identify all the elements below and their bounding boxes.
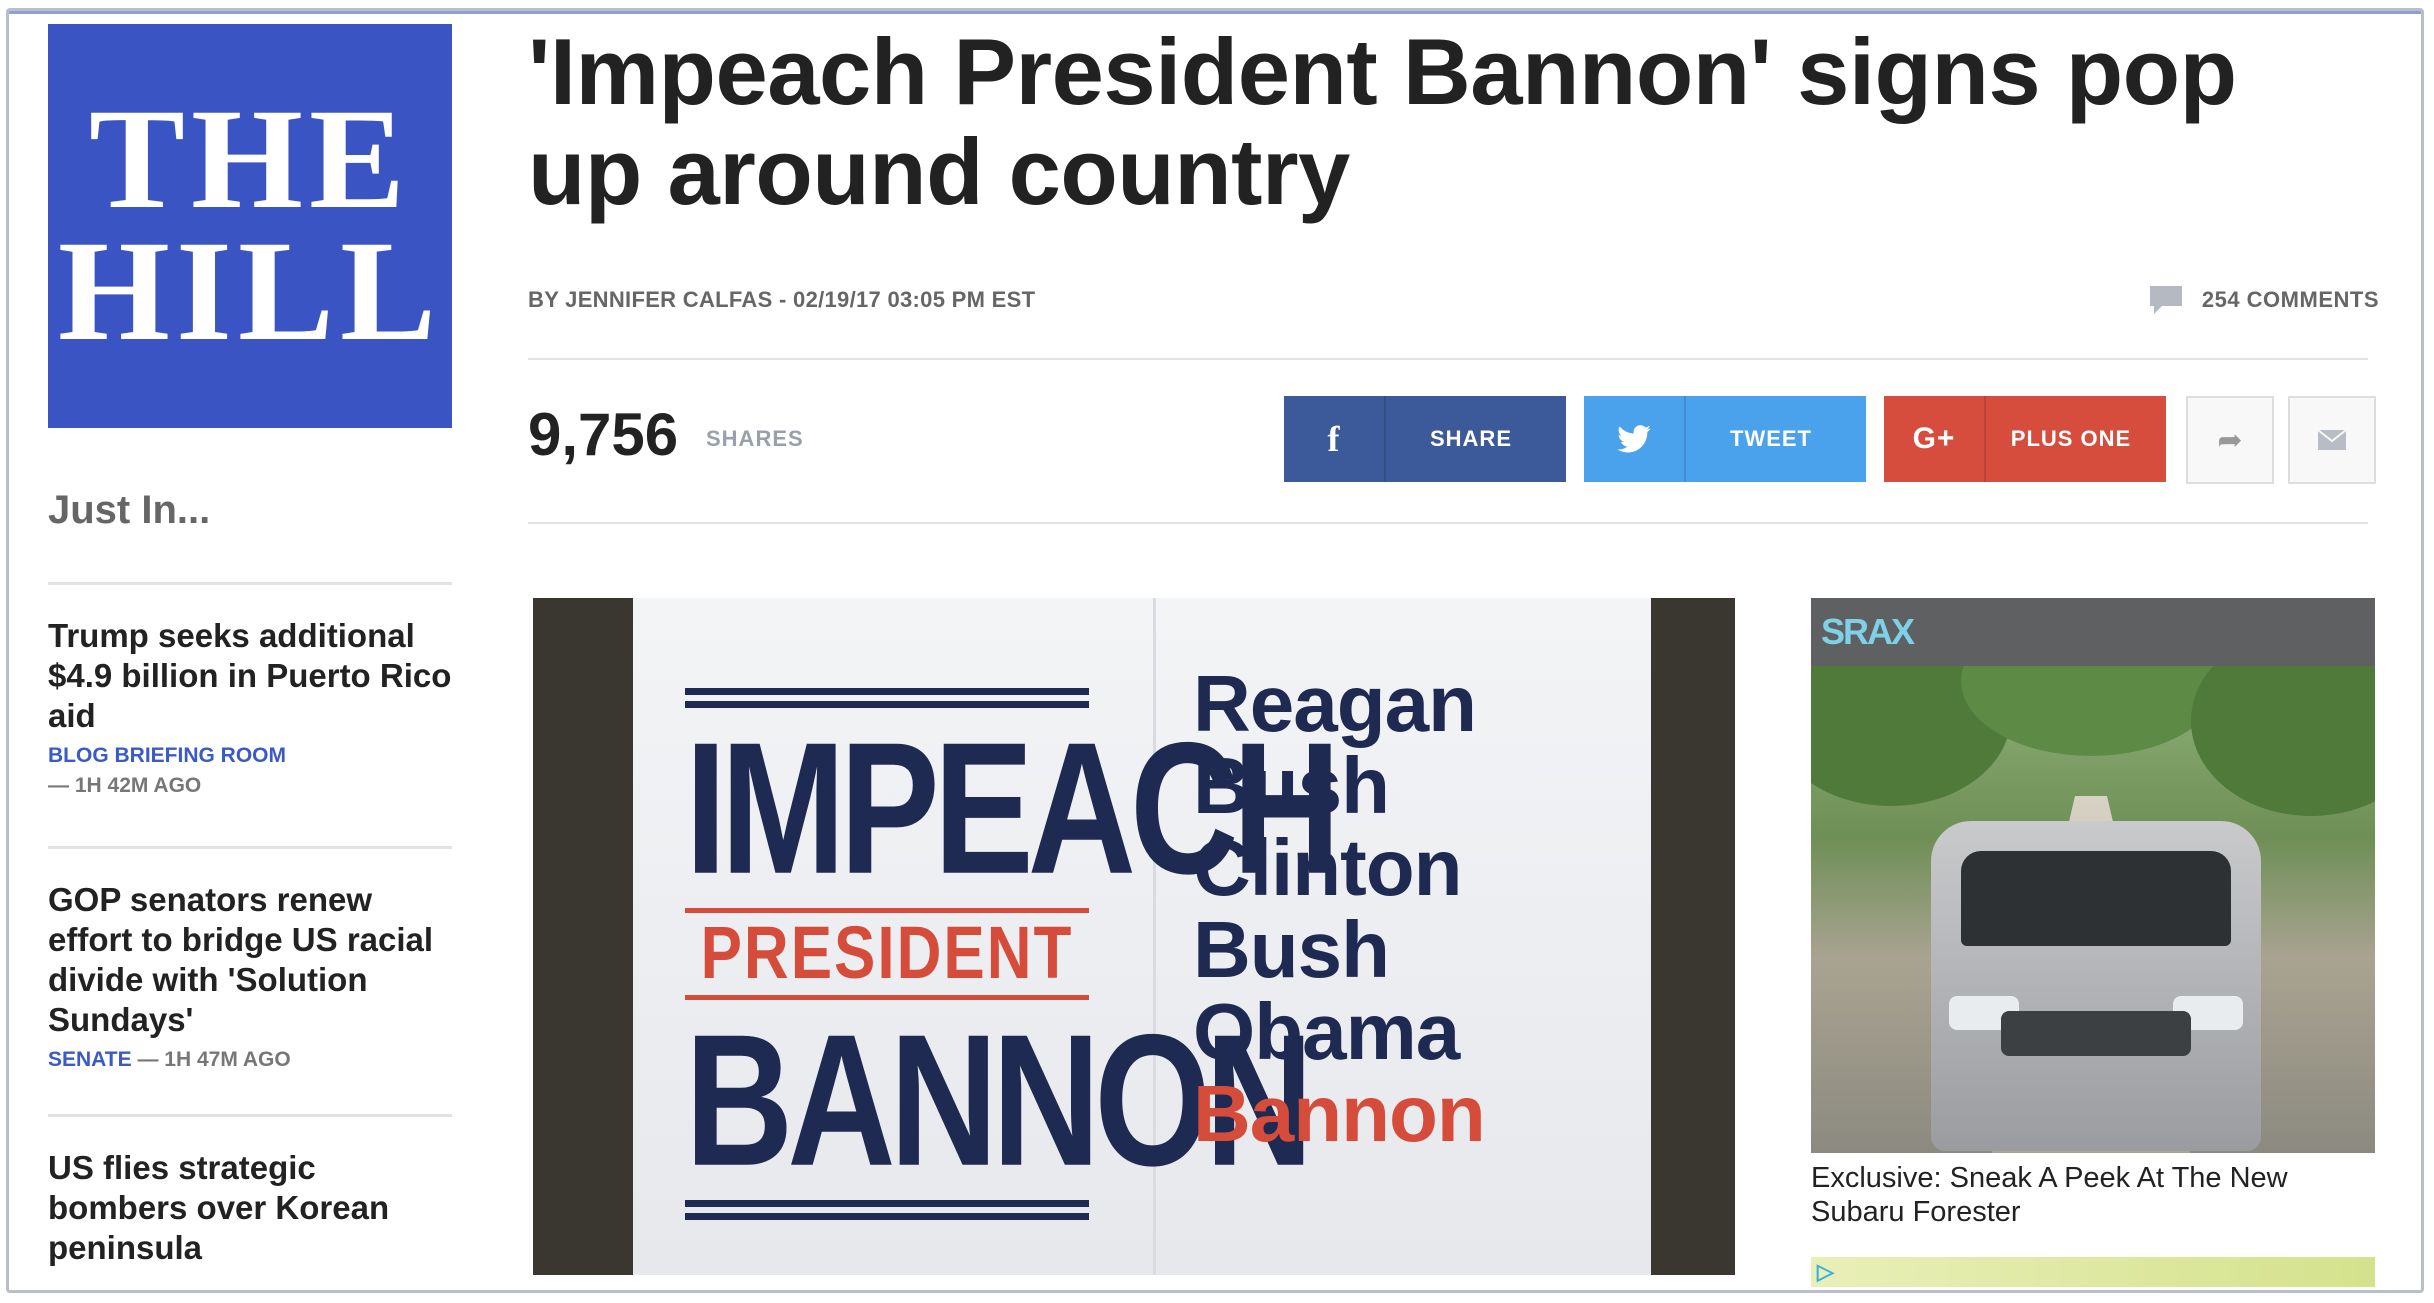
top-accent-line — [9, 11, 2421, 14]
poster-name: Reagan — [1193, 659, 1477, 748]
news-item-title[interactable]: GOP senators renew effort to bridge US r… — [48, 880, 452, 1040]
email-share-button[interactable] — [2288, 396, 2376, 484]
tree-canopy — [2191, 666, 2375, 816]
header-divider — [528, 358, 2368, 360]
article-main-photo: IMPEACH PRESIDENT BANNON Reagan Bush Cli… — [533, 598, 1735, 1275]
logo-line-2: HILL — [57, 212, 443, 371]
news-item-meta: SENATE — 1H 47M AGO — [48, 1048, 452, 1072]
comment-bubble-icon — [2149, 286, 2182, 314]
ad-caption[interactable]: Exclusive: Sneak A Peek At The New Subar… — [1811, 1161, 2375, 1229]
news-item-time: — 1H 42M AGO — [48, 774, 202, 797]
news-item-category[interactable]: BLOG BRIEFING ROOM — [48, 744, 452, 768]
share-count-label: SHARES — [706, 426, 804, 451]
impeach-poster: IMPEACH PRESIDENT BANNON — [685, 682, 1341, 1226]
share-divider — [528, 522, 2368, 524]
poster-stripe — [685, 688, 1089, 695]
google-plus-icon: G+ — [1884, 396, 1986, 482]
facebook-icon: f — [1284, 396, 1386, 482]
sidebar-news-item[interactable]: Trump seeks additional $4.9 billion in P… — [48, 616, 452, 798]
facebook-share-label: SHARE — [1429, 426, 1512, 451]
poster-name: Bannon — [1193, 1069, 1486, 1158]
article-byline: BY JENNIFER CALFAS - 02/19/17 03:05 PM E… — [528, 287, 1036, 312]
poster-word-bannon: BANNON — [685, 994, 1313, 1205]
news-item-category[interactable]: SENATE — [48, 1048, 132, 1071]
car-picture — [1931, 821, 2261, 1151]
poster-word-president: PRESIDENT — [700, 912, 1074, 995]
srax-logo: SRAX — [1821, 611, 1915, 652]
facebook-share-button[interactable]: f SHARE — [1284, 396, 1566, 482]
twitter-bird-icon — [1584, 396, 1686, 482]
poster-name: Bush — [1193, 741, 1390, 830]
adchoices-icon[interactable]: ▷ — [1817, 1259, 1834, 1285]
the-hill-logo[interactable]: THE HILL — [48, 24, 452, 428]
logo-line-1: THE — [88, 79, 412, 239]
share-arrow-icon: ➦ — [2217, 423, 2243, 457]
article-headline: 'Impeach President Bannon' signs pop up … — [528, 19, 2237, 224]
poster-name: Obama — [1193, 987, 1460, 1076]
more-share-button[interactable]: ➦ — [2186, 396, 2274, 484]
car-windshield — [1961, 851, 2231, 946]
comments-link[interactable]: 254 COMMENTS — [2148, 284, 2379, 316]
news-item-meta: BLOG BRIEFING ROOM — 1H 42M AGO — [48, 744, 452, 798]
share-count: 9,756 — [528, 401, 679, 468]
ad-image[interactable] — [1811, 666, 2375, 1153]
sidebar-divider — [48, 1114, 452, 1117]
twitter-tweet-button[interactable]: TWEET — [1584, 396, 1866, 482]
news-item-title[interactable]: US flies strategic bombers over Korean p… — [48, 1148, 452, 1268]
poster-stripe — [685, 1213, 1089, 1220]
second-ad-peek[interactable]: ▷ — [1811, 1257, 2375, 1287]
sidebar-news-item[interactable]: GOP senators renew effort to bridge US r… — [48, 880, 452, 1072]
envelope-icon — [2317, 429, 2347, 450]
just-in-heading: Just In... — [48, 488, 211, 532]
poster-president-group: PRESIDENT — [685, 908, 1089, 1000]
poster-name: Bush — [1193, 905, 1390, 994]
sidebar-news-item[interactable]: US flies strategic bombers over Korean p… — [48, 1148, 452, 1268]
car-grille — [2001, 1011, 2191, 1056]
poster-name: Clinton — [1193, 823, 1462, 912]
news-item-time: — 1H 47M AGO — [137, 1048, 291, 1071]
news-item-title[interactable]: Trump seeks additional $4.9 billion in P… — [48, 616, 452, 736]
sponsored-ad[interactable]: SRAX Exclusive: Sneak A Peek At The New … — [1811, 598, 2375, 1229]
comments-count: 254 COMMENTS — [2201, 287, 2379, 312]
sidebar-divider — [48, 582, 452, 585]
poster-president-list: Reagan Bush Clinton Bush Obama Bannon — [1193, 659, 1486, 1158]
google-plus-label: PLUS ONE — [2010, 426, 2132, 451]
twitter-tweet-label: TWEET — [1730, 426, 1812, 451]
google-plus-button[interactable]: G+ PLUS ONE — [1884, 396, 2166, 482]
ad-brand-header: SRAX — [1811, 598, 2375, 666]
sidebar-divider — [48, 846, 452, 849]
poster-word-impeach: IMPEACH — [685, 702, 1341, 913]
